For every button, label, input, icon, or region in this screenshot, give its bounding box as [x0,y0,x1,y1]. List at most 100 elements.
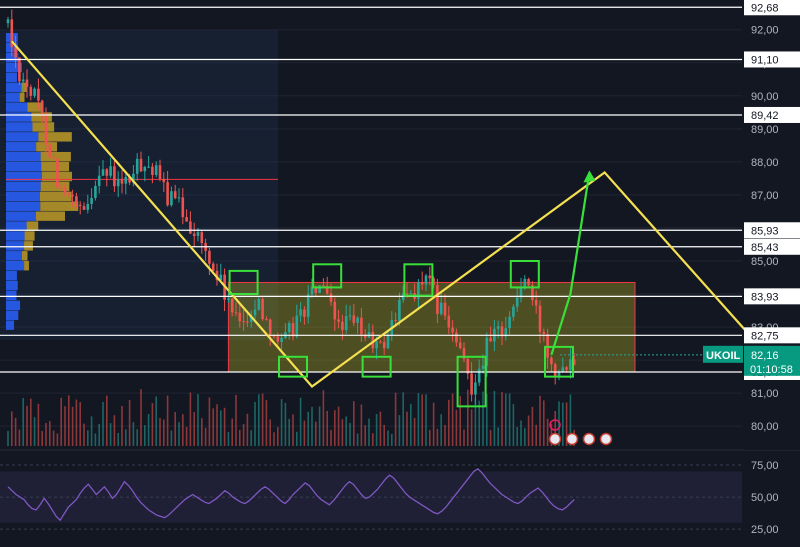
candle-body [424,275,428,285]
volume-bar [94,433,97,446]
candle-body [527,278,530,286]
candle-body [512,306,515,317]
volume-bar [227,431,230,446]
vp-bar-blue [6,290,17,301]
candle-body [280,337,283,342]
vp-bar-blue [6,231,25,241]
candle-body [246,321,249,323]
volume-bar [128,400,131,446]
volume-bar [30,398,32,446]
volume-bar [144,425,146,446]
candle-body [276,336,280,342]
volume-bar [7,431,9,446]
volume-bar [265,400,268,446]
volume-bar [197,394,199,446]
volume-bar [98,423,100,446]
volume-bar [254,401,256,446]
candle-body [337,319,340,322]
vp-bar-yellow [24,260,29,271]
volume-bar [436,428,439,446]
volume-bar [159,418,161,446]
candle-body [318,285,321,293]
volume-bar [174,412,176,446]
volume-bar [182,414,184,446]
candle-body [234,312,238,314]
volume-bar [14,417,17,446]
volume-bar [467,389,469,446]
volume-bar [303,420,306,446]
volume-bar [201,418,203,446]
candle-body [295,315,299,337]
volume-bar [326,410,328,446]
event-flag-icon [599,432,613,446]
candle-body [40,100,44,114]
volume-bar [106,395,108,446]
volume-bar [531,406,534,446]
vp-bar-yellow [27,102,41,112]
event-flag-icon [548,432,562,446]
candle-body [147,166,150,168]
vp-bar-blue [6,102,28,112]
volume-bar [429,429,431,446]
candle-body [508,316,511,329]
candle-body [489,337,492,342]
candle-body [398,300,401,321]
volume-bar [250,430,252,446]
volume-bar [315,421,317,446]
volume-bar [402,392,404,446]
candle-body [287,323,291,333]
candle-body [352,315,356,323]
candle-body [101,169,105,176]
vp-bar-blue [6,310,19,320]
candle-body [86,203,90,210]
volume-bar [546,418,549,446]
volume-bar [330,429,332,446]
vp-bar-blue [6,142,37,152]
candle-body [268,319,272,336]
volume-bar [318,406,321,446]
candle-body [477,368,481,383]
candle-body [227,298,230,300]
level-tag-label: 91,10 [751,54,779,66]
candle-body [306,294,310,317]
trading-chart[interactable]: 75,0050,0025,00 80,0081,0082,0083,0084,0… [0,0,800,542]
candle-body [470,373,473,395]
candle-body [333,301,337,320]
volume-bar [79,402,81,446]
volume-bar [113,415,116,446]
candle-body [6,19,10,24]
price-tick-label: 85,00 [751,256,779,268]
volume-bar [478,400,480,446]
level-tag-label: 83,93 [751,291,779,303]
volume-bar [527,415,530,446]
candle-body [451,327,454,333]
volume-bar [356,433,359,446]
volume-bar [22,398,24,446]
volume-bar [223,407,226,446]
volume-bar [193,412,195,446]
candle-body [14,47,17,58]
candle-body [409,293,413,295]
volume-bar [277,427,279,446]
volume-bar [26,405,28,446]
volume-bar [505,393,507,446]
candle-body [162,178,166,183]
candle-body [33,88,36,96]
candle-body [158,165,162,179]
candle-body [436,285,439,314]
candle-body [18,57,21,82]
candle-body [105,169,109,176]
volume-bar [136,429,138,446]
chart-canvas[interactable]: 75,0050,0025,00 80,0081,0082,0083,0084,0… [0,0,800,542]
candle-body [52,157,55,159]
candle-body [443,302,447,316]
volume-bar [334,410,336,446]
candle-body [189,221,192,234]
last-price-label: 82,16 [751,350,779,362]
vp-bar-yellow [19,92,25,102]
vp-bar-blue [6,320,15,330]
volume-bar [508,393,511,446]
candle-body [211,263,215,271]
volume-bar [75,399,78,446]
candle-body [75,196,78,205]
